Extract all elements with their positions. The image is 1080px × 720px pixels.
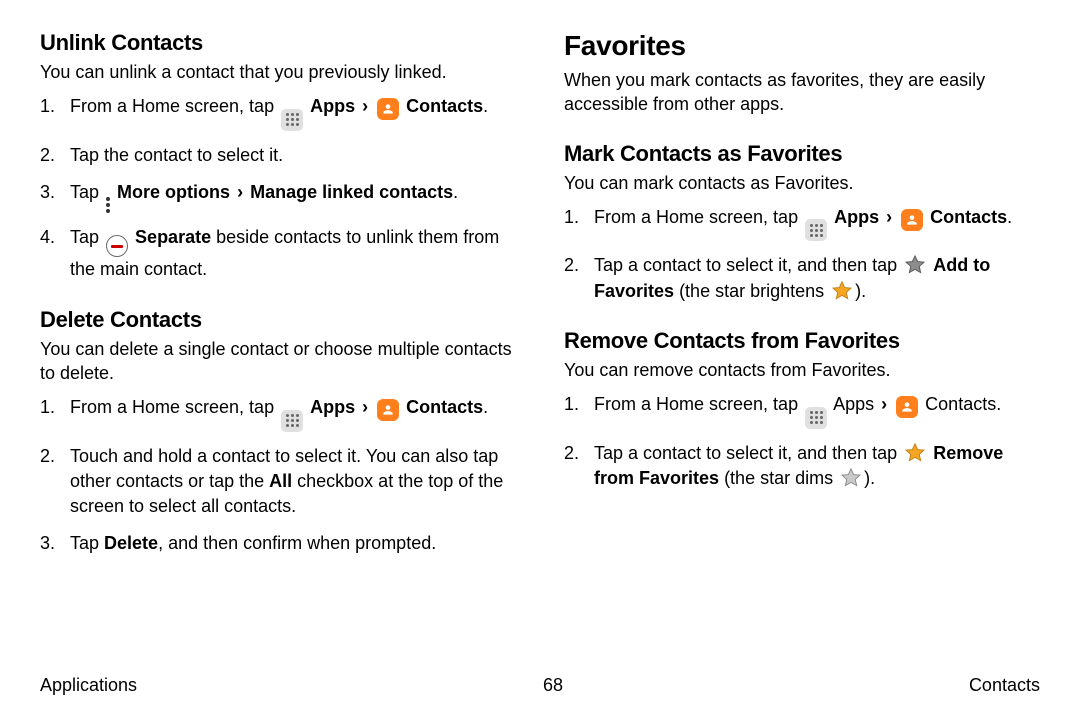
- delete-label: Delete: [104, 533, 158, 553]
- apps-label: Apps: [834, 207, 879, 227]
- chevron-right-icon: ›: [362, 397, 368, 417]
- contacts-icon: [896, 396, 918, 418]
- contacts-label: Contacts: [930, 207, 1007, 227]
- text: (the star brightens: [679, 281, 829, 301]
- left-column: Unlink Contacts You can unlink a contact…: [40, 30, 516, 670]
- chevron-right-icon: ›: [886, 207, 892, 227]
- list-item: From a Home screen, tap Apps › Contacts.: [40, 395, 516, 432]
- separate-icon: [106, 235, 128, 257]
- chevron-right-icon: ›: [362, 96, 368, 116]
- favorites-heading: Favorites: [564, 30, 1040, 62]
- delete-heading: Delete Contacts: [40, 307, 516, 333]
- footer: Applications 68 Contacts: [40, 675, 1040, 696]
- unlink-heading: Unlink Contacts: [40, 30, 516, 56]
- chevron-right-icon: ›: [237, 182, 243, 202]
- contacts-label: Contacts: [925, 394, 996, 414]
- more-options-icon: [106, 197, 110, 213]
- text: From a Home screen, tap: [594, 394, 803, 414]
- footer-right: Contacts: [969, 675, 1040, 696]
- star-filled-icon: [831, 280, 853, 302]
- list-item: From a Home screen, tap Apps › Contacts.: [564, 205, 1040, 242]
- all-label: All: [269, 471, 292, 491]
- text: From a Home screen, tap: [70, 397, 279, 417]
- text: Tap a contact to select it, and then tap: [594, 443, 902, 463]
- apps-label: Apps: [310, 397, 355, 417]
- list-item: Tap a contact to select it, and then tap…: [564, 253, 1040, 303]
- star-outline-icon: [840, 467, 862, 489]
- text: Tap a contact to select it, and then tap: [594, 255, 902, 275]
- text: Tap: [70, 533, 104, 553]
- text: (the star dims: [724, 468, 838, 488]
- list-item: Tap a contact to select it, and then tap…: [564, 441, 1040, 491]
- list-item: From a Home screen, tap Apps › Contacts.: [564, 392, 1040, 429]
- remove-steps: From a Home screen, tap Apps › Contacts.…: [564, 392, 1040, 491]
- remove-lede: You can remove contacts from Favorites.: [564, 358, 1040, 382]
- list-item: Tap More options › Manage linked contact…: [40, 180, 516, 213]
- separate-label: Separate: [135, 227, 211, 247]
- list-item: From a Home screen, tap Apps › Contacts.: [40, 94, 516, 131]
- list-item: Touch and hold a contact to select it. Y…: [40, 444, 516, 520]
- favorites-lede: When you mark contacts as favorites, the…: [564, 68, 1040, 117]
- more-options-label: More options: [117, 182, 230, 202]
- list-item: Tap Separate beside contacts to unlink t…: [40, 225, 516, 283]
- list-item: Tap the contact to select it.: [40, 143, 516, 168]
- mark-heading: Mark Contacts as Favorites: [564, 141, 1040, 167]
- apps-icon: [281, 109, 303, 131]
- footer-page: 68: [543, 675, 563, 696]
- delete-lede: You can delete a single contact or choos…: [40, 337, 516, 386]
- contacts-label: Contacts: [406, 96, 483, 116]
- text: Tap: [70, 227, 104, 247]
- star-outline-icon: [904, 254, 926, 276]
- contacts-icon: [901, 209, 923, 231]
- text: , and then confirm when prompted.: [158, 533, 436, 553]
- apps-label: Apps: [310, 96, 355, 116]
- footer-left: Applications: [40, 675, 137, 696]
- remove-heading: Remove Contacts from Favorites: [564, 328, 1040, 354]
- text: Tap: [70, 182, 104, 202]
- apps-icon: [281, 410, 303, 432]
- unlink-lede: You can unlink a contact that you previo…: [40, 60, 516, 84]
- apps-icon: [805, 219, 827, 241]
- contacts-label: Contacts: [406, 397, 483, 417]
- star-filled-icon: [904, 442, 926, 464]
- text: ).: [855, 281, 866, 301]
- delete-steps: From a Home screen, tap Apps › Contacts.…: [40, 395, 516, 556]
- text: From a Home screen, tap: [594, 207, 803, 227]
- contacts-icon: [377, 399, 399, 421]
- right-column: Favorites When you mark contacts as favo…: [564, 30, 1040, 670]
- mark-lede: You can mark contacts as Favorites.: [564, 171, 1040, 195]
- unlink-steps: From a Home screen, tap Apps › Contacts.…: [40, 94, 516, 282]
- apps-icon: [805, 407, 827, 429]
- mark-steps: From a Home screen, tap Apps › Contacts.…: [564, 205, 1040, 304]
- text: ).: [864, 468, 875, 488]
- text: From a Home screen, tap: [70, 96, 279, 116]
- contacts-icon: [377, 98, 399, 120]
- manage-linked-label: Manage linked contacts: [250, 182, 453, 202]
- list-item: Tap Delete, and then confirm when prompt…: [40, 531, 516, 556]
- chevron-right-icon: ›: [881, 394, 887, 414]
- apps-label: Apps: [833, 394, 874, 414]
